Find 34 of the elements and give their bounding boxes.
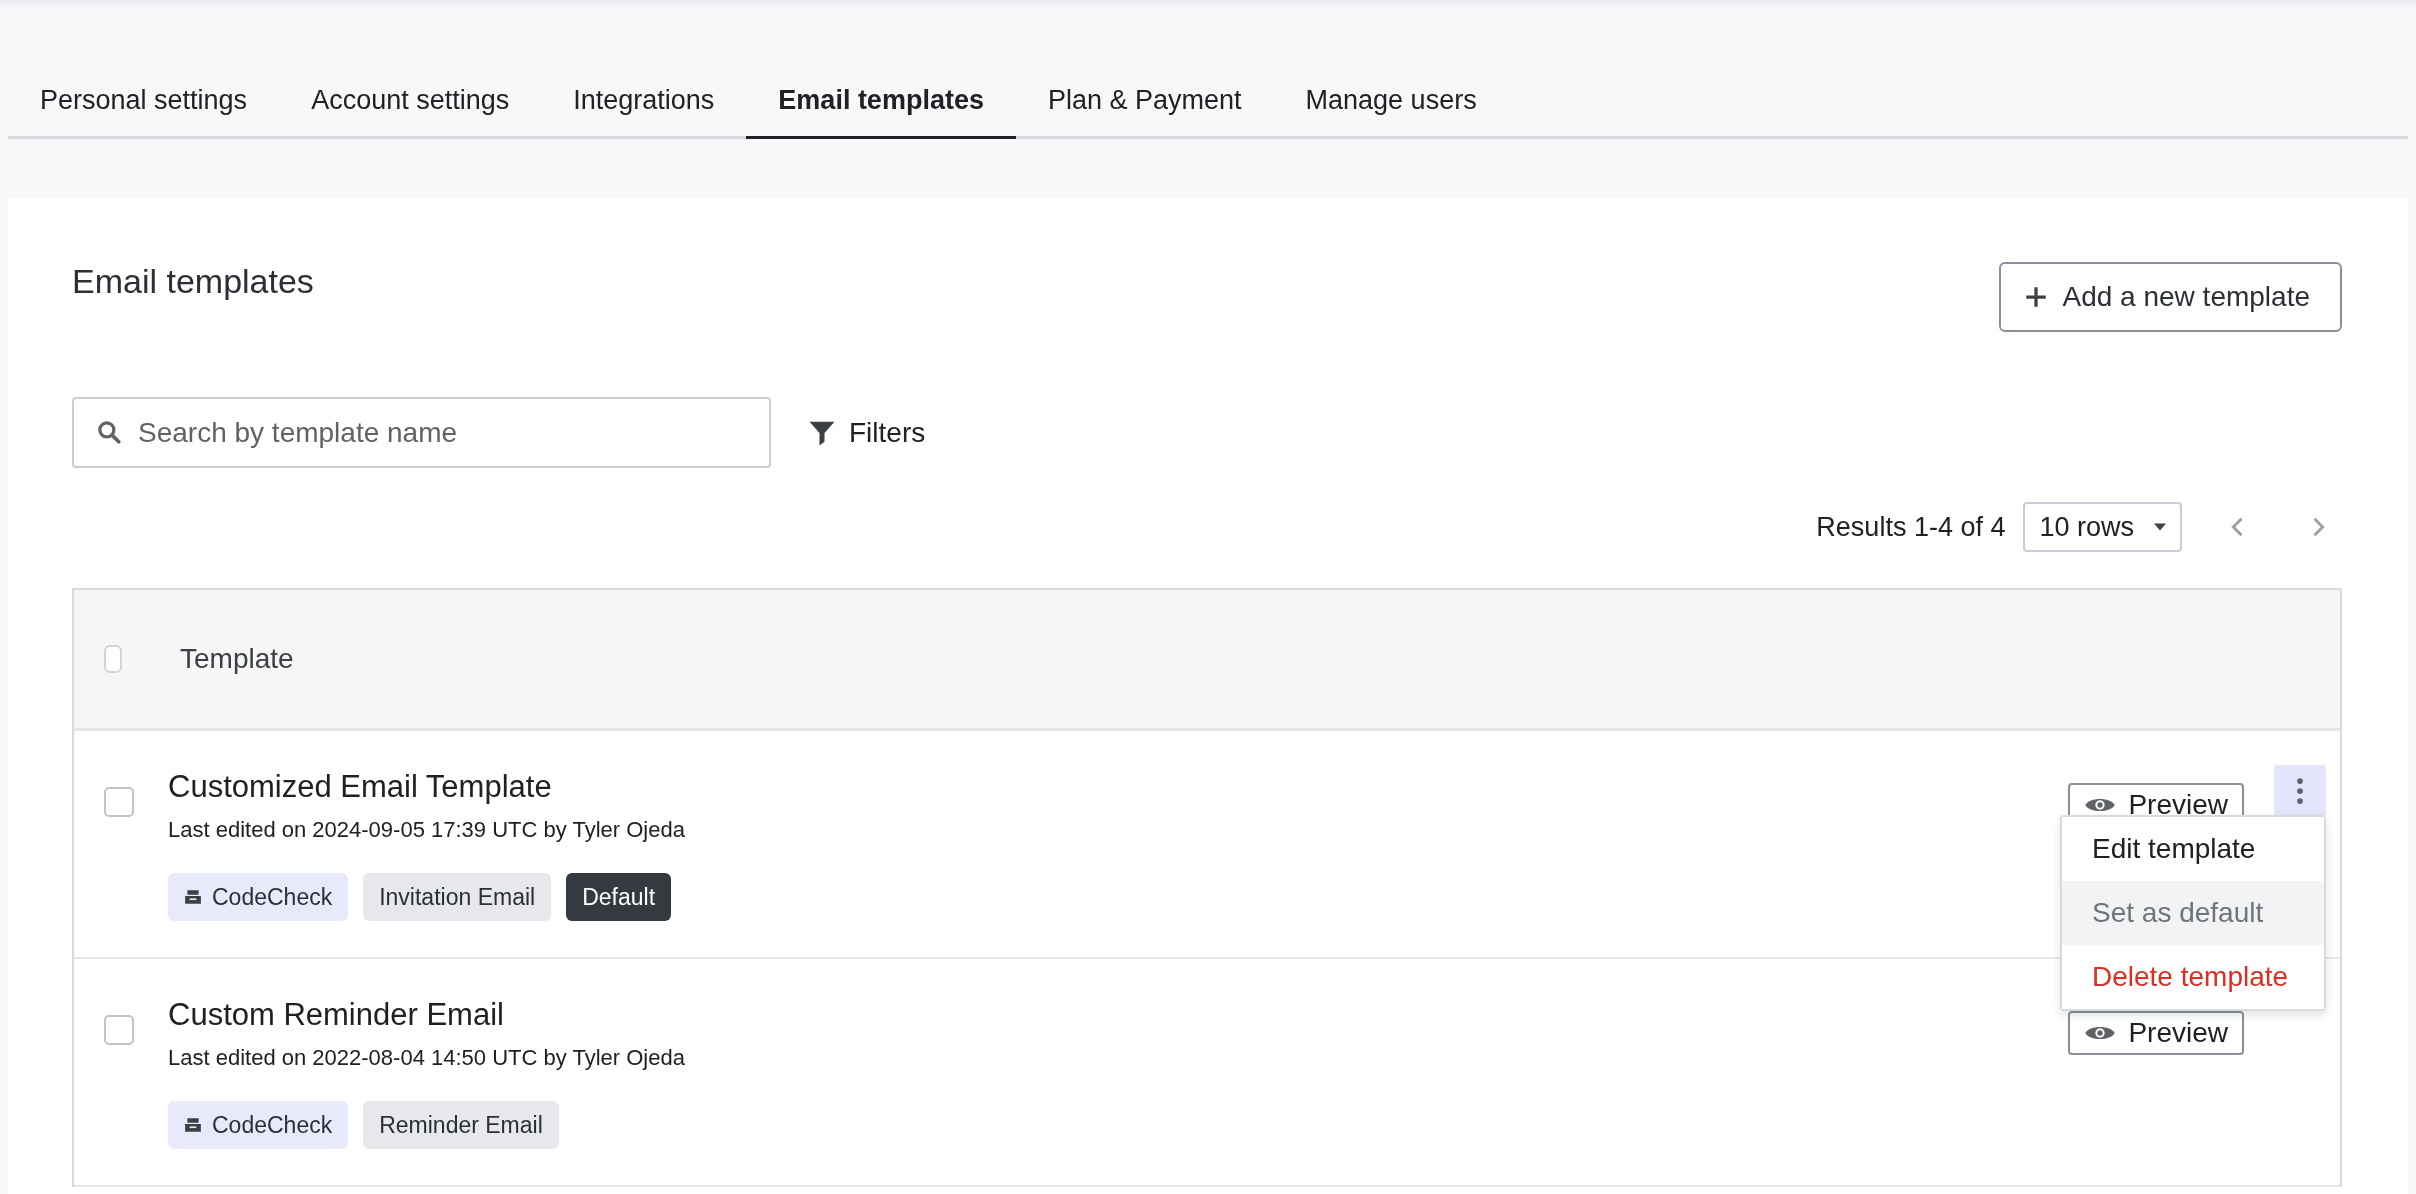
last-edited-text: Last edited on 2022-08-04 14:50 UTC by Tyler Ojeda [168, 1045, 686, 1071]
type-tag: Invitation Email [363, 873, 552, 921]
page-title: Email templates [72, 262, 314, 301]
settings-tab[interactable]: Integrations [541, 64, 747, 139]
settings-tab[interactable]: Plan & Payment [1015, 64, 1274, 139]
row-checkbox[interactable] [104, 787, 134, 817]
last-edited-text: Last edited on 2024-09-05 17:39 UTC by Tyler Ojeda [168, 817, 686, 843]
caret-icon [2154, 523, 2166, 531]
menu-item[interactable]: Edit template [2062, 817, 2324, 881]
tray-icon [184, 888, 202, 906]
default-badge: Default [566, 873, 672, 921]
column-header: Template [180, 643, 294, 675]
search-field[interactable]: Search by template name [72, 397, 771, 468]
settings-tab[interactable]: Account settings [279, 64, 542, 139]
product-tag: CodeCheck [168, 1101, 349, 1149]
product-tag: CodeCheck [168, 873, 349, 921]
type-tag: Reminder Email [363, 1101, 559, 1149]
settings-tab[interactable]: Personal settings [8, 64, 280, 139]
tray-icon [184, 1116, 202, 1134]
settings-tab[interactable]: Manage users [1273, 64, 1509, 139]
more-icon [2296, 776, 2304, 806]
filters-button[interactable]: Filters [807, 416, 926, 449]
template-name: Customized Email Template [168, 769, 553, 805]
add-template-button[interactable]: Add a new template [1998, 262, 2342, 332]
template-name: Custom Reminder Email [168, 997, 505, 1033]
menu-item: Set as default [2062, 881, 2324, 945]
more-options-button[interactable] [2274, 765, 2326, 817]
preview-button[interactable]: Preview [2068, 1011, 2244, 1055]
settings-tab[interactable]: Email templates [746, 64, 1016, 139]
select-all-checkbox[interactable] [104, 645, 122, 673]
row-checkbox[interactable] [104, 1015, 134, 1045]
menu-item[interactable]: Delete template [2062, 945, 2324, 1009]
rows-per-page-select[interactable]: 10 rows [2023, 502, 2182, 552]
results-count: Results 1-4 of 4 [1816, 511, 2006, 543]
